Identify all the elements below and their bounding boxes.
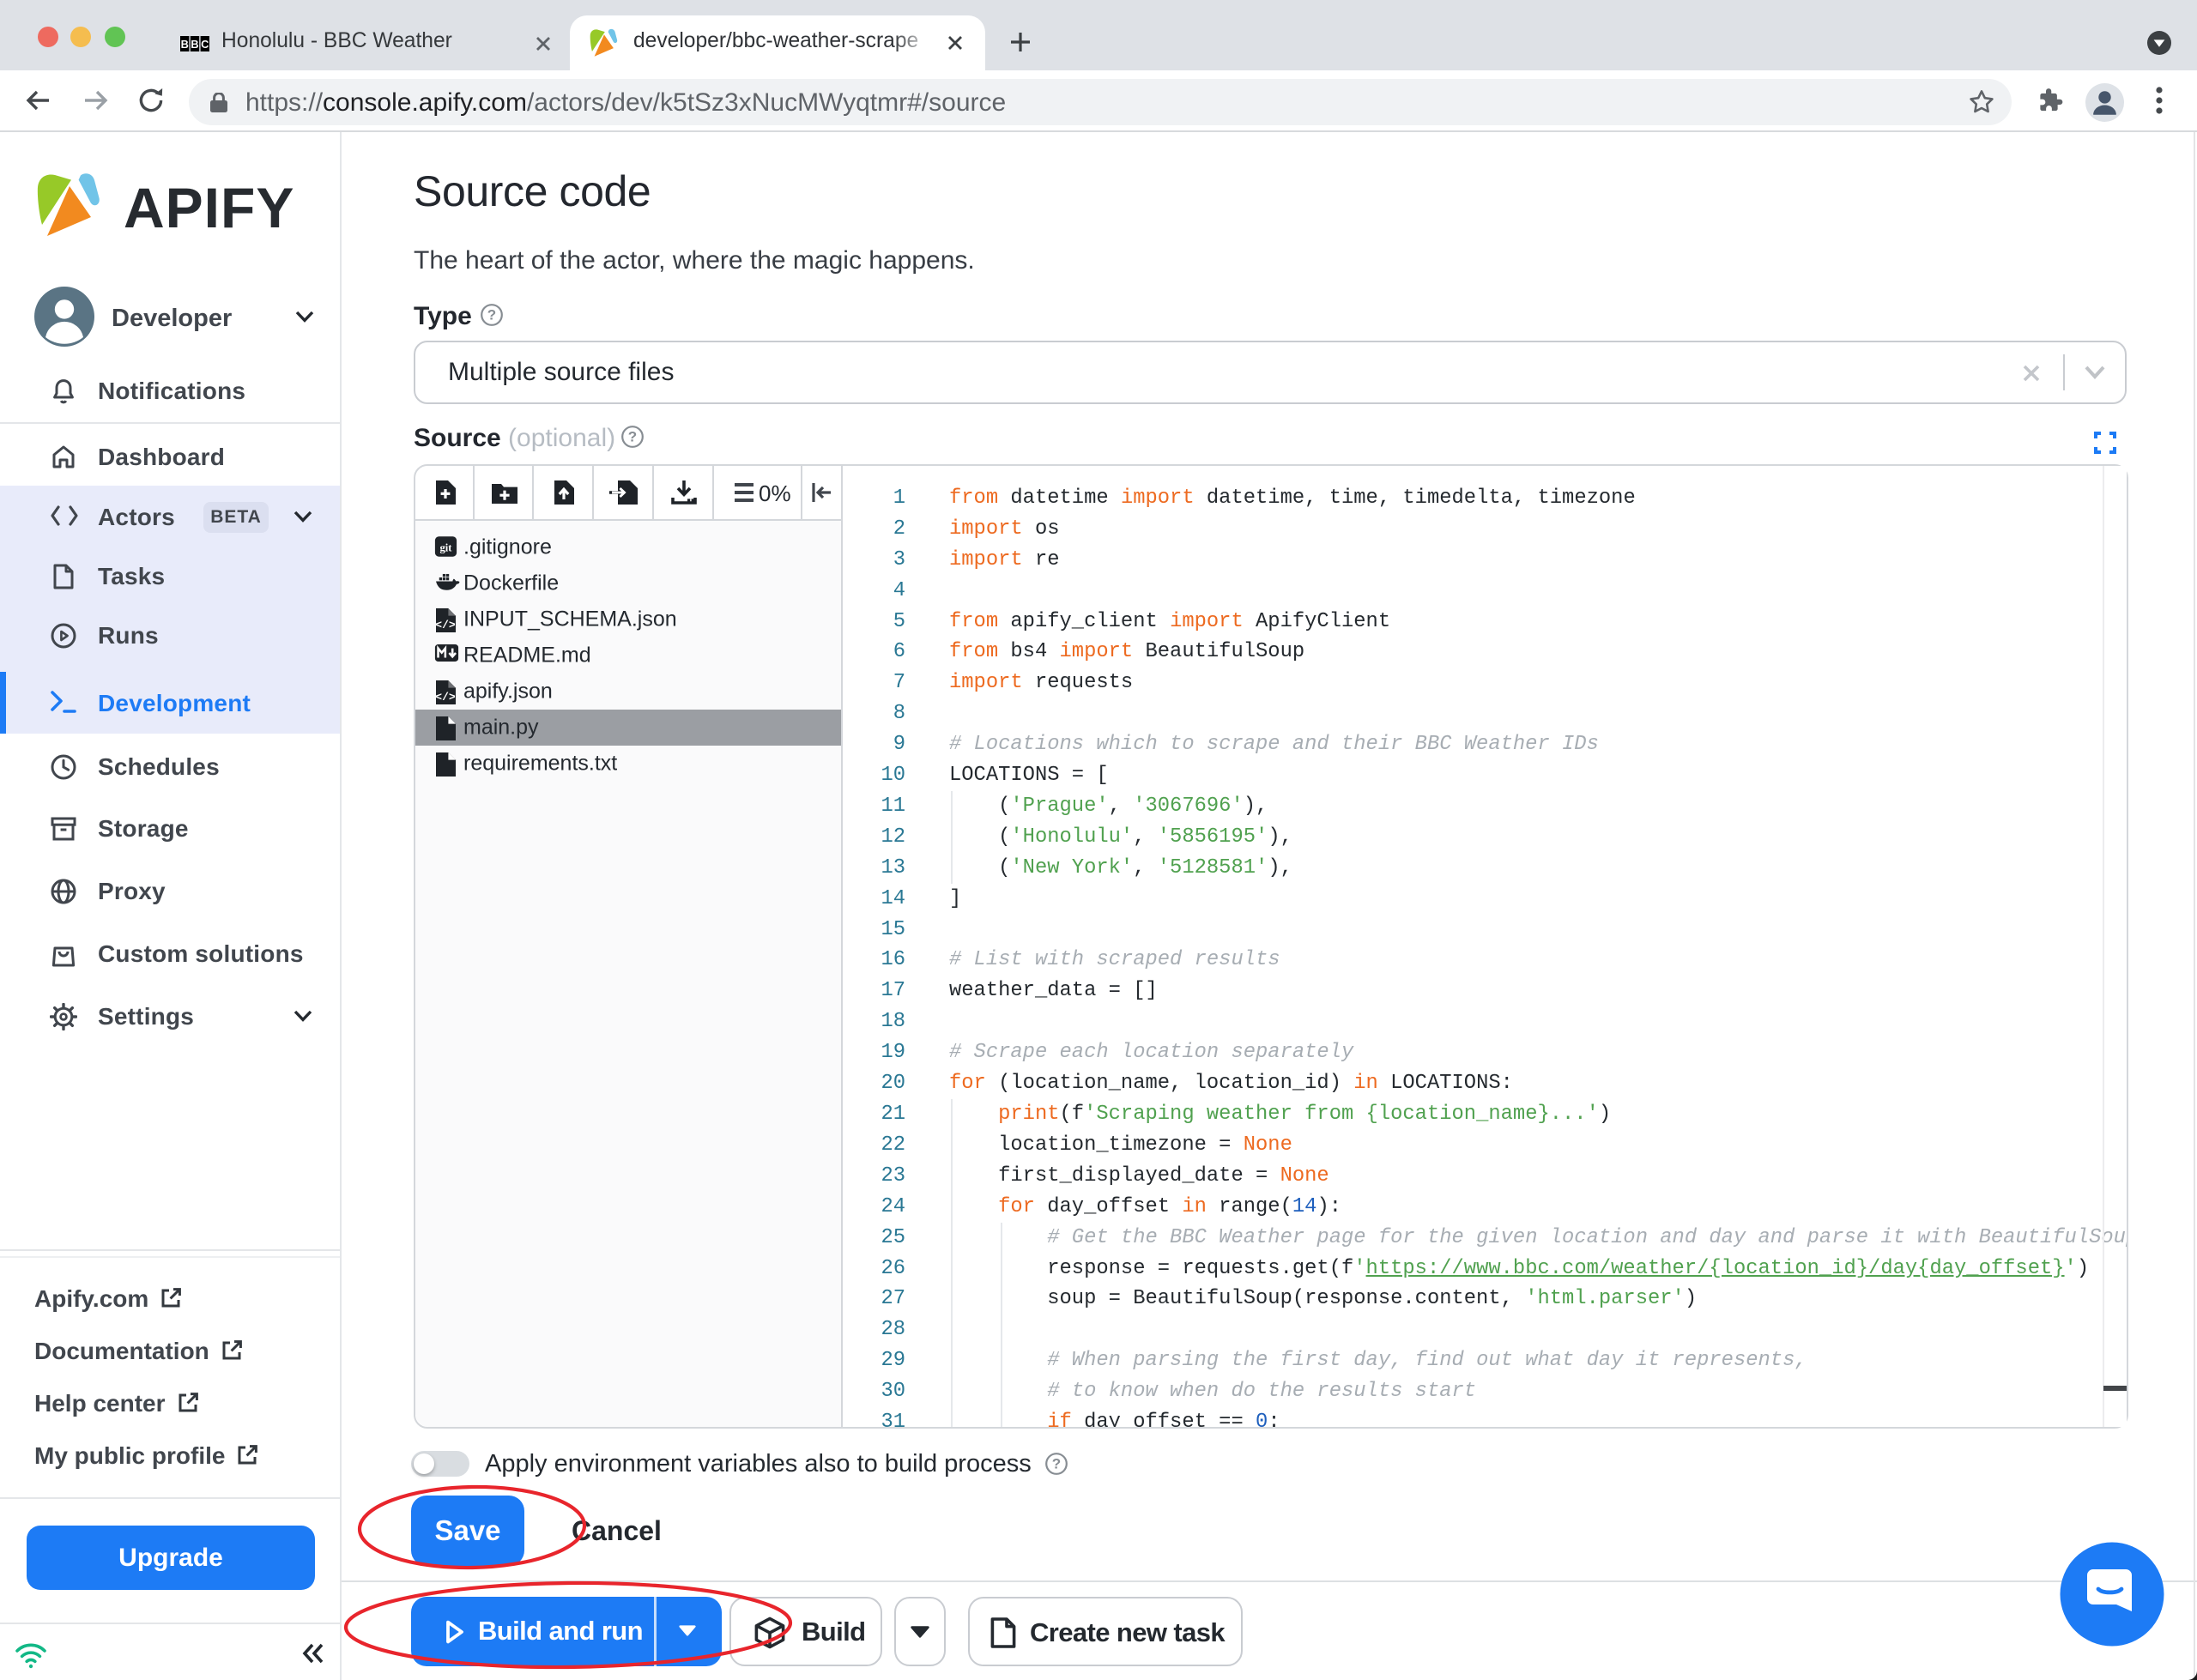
svg-text:B: B (181, 38, 189, 51)
svg-text:git: git (440, 541, 453, 553)
svg-text:</>: </> (435, 691, 456, 704)
svg-text:</>: </> (435, 619, 456, 632)
svg-text:C: C (201, 38, 209, 51)
svg-text:B: B (191, 38, 198, 51)
svg-text:?: ? (487, 307, 496, 323)
svg-text:?: ? (628, 429, 637, 445)
svg-text:?: ? (1052, 1456, 1061, 1472)
